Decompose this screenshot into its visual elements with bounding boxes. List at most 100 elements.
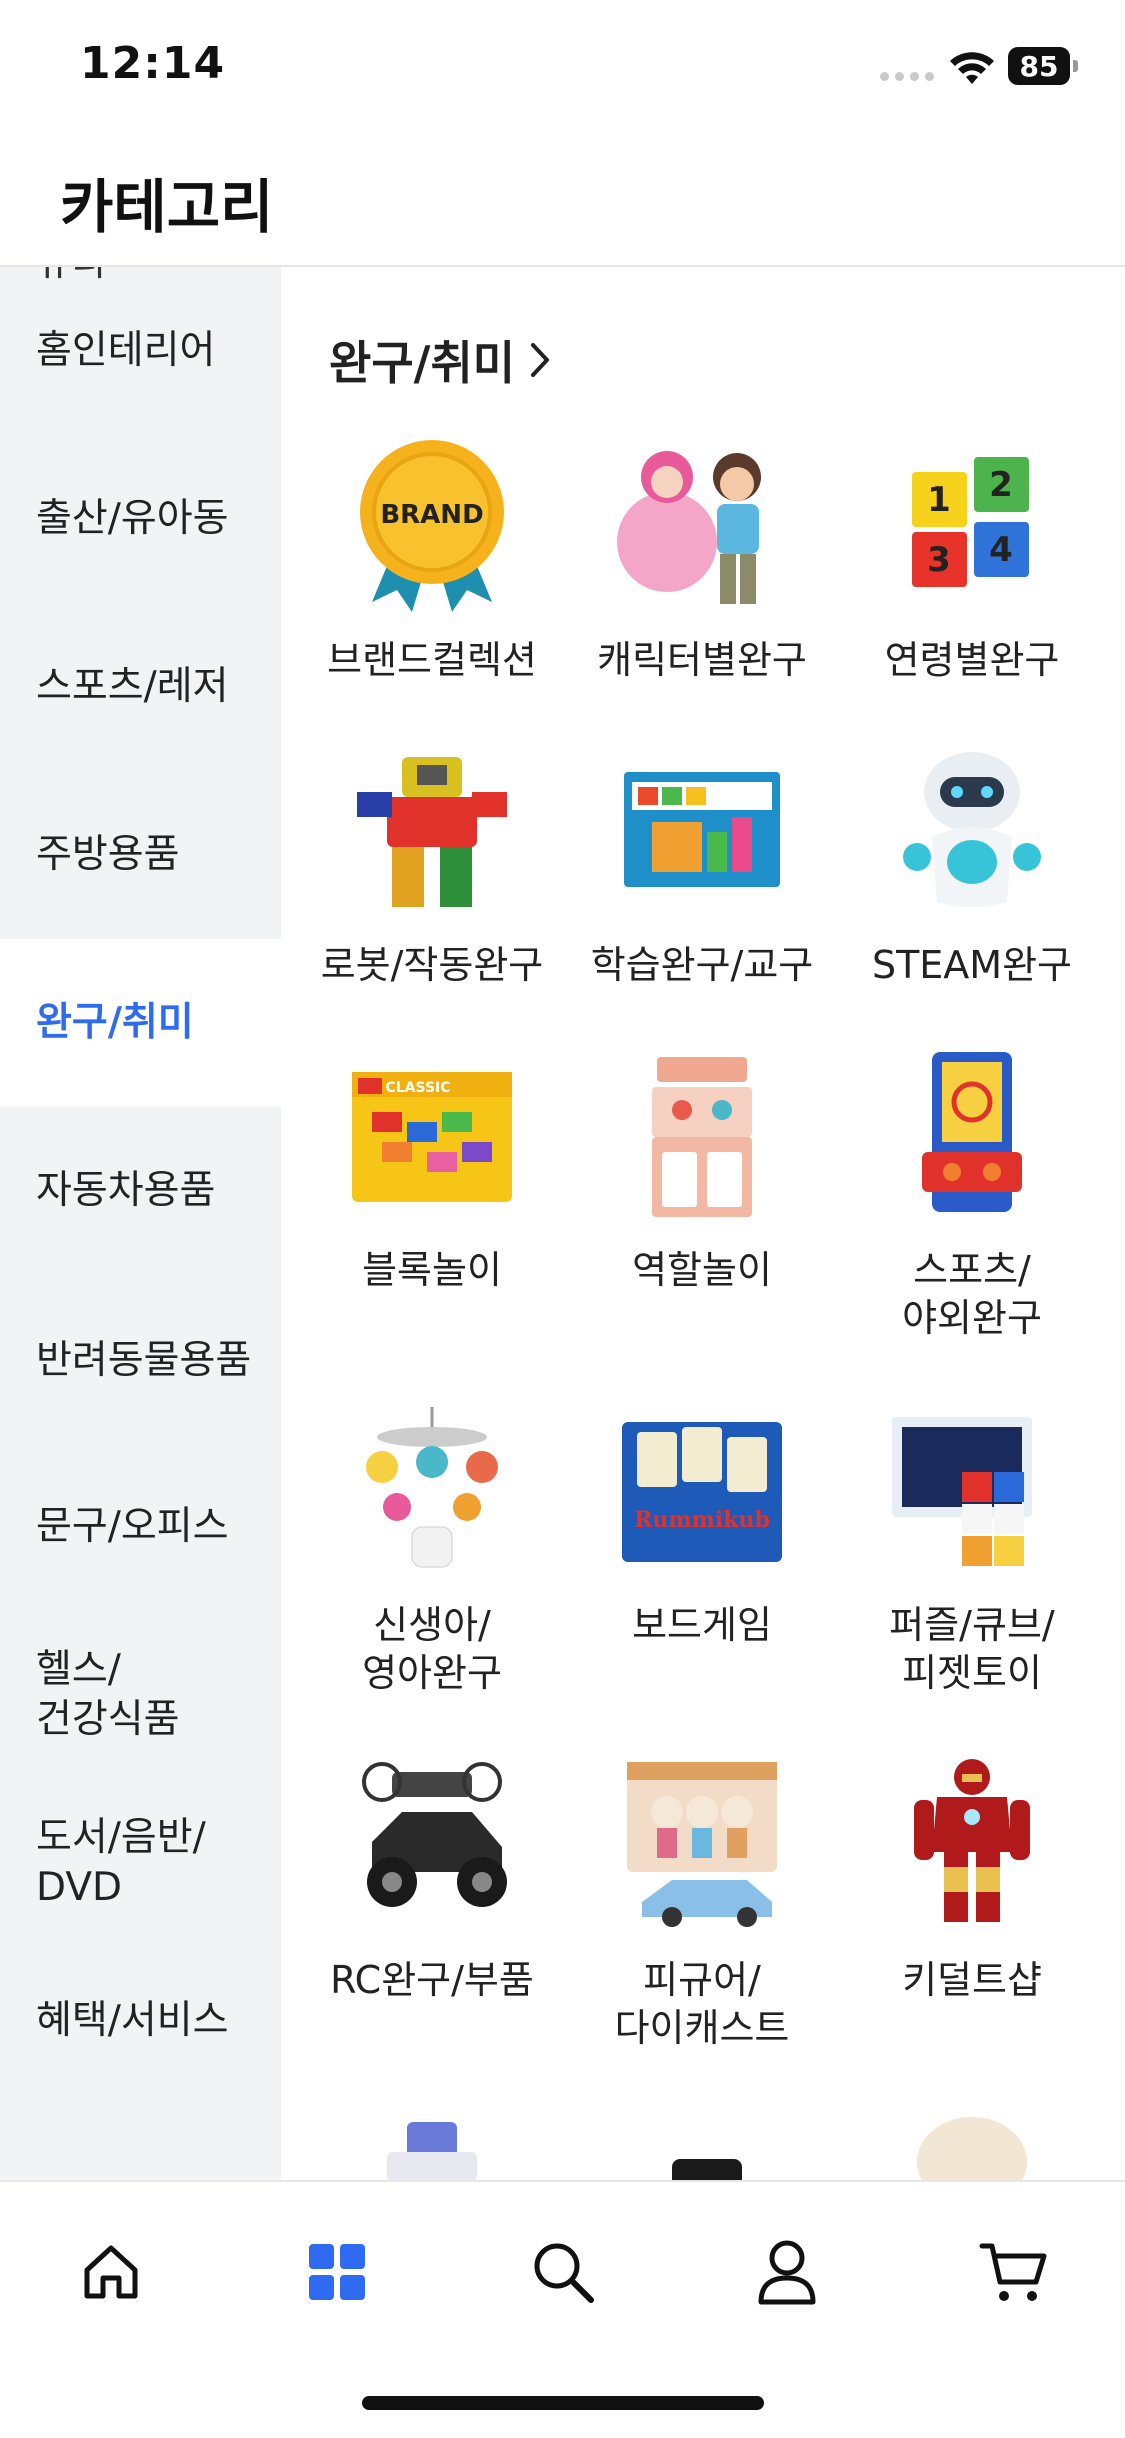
category-infant[interactable]: 신생아/ 영아완구	[297, 1397, 567, 1697]
category-steam[interactable]: STEAM완구	[837, 737, 1107, 989]
sidebar-item-label: 주방용품	[36, 832, 180, 877]
sidebar-item-toys[interactable]: 완구/취미	[0, 939, 281, 1107]
sidebar-item-label: 출산/유아동	[36, 496, 229, 541]
gundam-figure-icon	[342, 2107, 522, 2180]
lego-box-icon: CLASSIC	[342, 1042, 522, 1222]
category-character[interactable]: 캐릭터별완구	[567, 432, 837, 684]
category-brand-collection[interactable]: BRAND 브랜드컬렉션	[297, 432, 567, 684]
brand-badge-icon: BRAND	[342, 432, 522, 612]
home-icon	[84, 2245, 138, 2299]
category-label: 연령별완구	[884, 638, 1060, 682]
category-label: 피규어/ 다이캐스트	[614, 1958, 790, 2050]
category-learning[interactable]: 학습완구/교구	[567, 737, 837, 989]
category-robot[interactable]: 로봇/작동완구	[297, 737, 567, 989]
sidebar-item-label: 홈인테리어	[36, 328, 216, 373]
figure-diecast-icon	[612, 1752, 792, 1932]
category-content: 완구/취미 BRAND 브랜드컬렉션 캐릭터별완구 1 2 3 4 연령별완구 …	[281, 267, 1125, 2180]
sidebar-item-label: 문구/오피스	[36, 1504, 229, 1549]
puzzle-cube-icon	[882, 1397, 1062, 1577]
character-figures-icon	[612, 432, 792, 612]
category-puzzle[interactable]: 퍼즐/큐브/ 피젯토이	[837, 1397, 1107, 1697]
category-partial-2[interactable]	[567, 2107, 837, 2180]
page-header: 카테고리	[0, 130, 1125, 267]
kidult-figure-icon	[882, 1752, 1062, 1932]
arcade-basketball-icon	[882, 1042, 1062, 1222]
sidebar-item-label: 도서/음반/ DVD	[36, 1815, 206, 1910]
cart-icon	[979, 2243, 1047, 2301]
page-title: 카테고리	[60, 173, 274, 241]
category-blocks[interactable]: CLASSIC 블록놀이	[297, 1042, 567, 1294]
category-rc[interactable]: RC완구/부품	[297, 1752, 567, 2004]
status-bar: 12:14 85	[0, 0, 1125, 130]
number-blocks-icon: 1 2 3 4	[882, 432, 1062, 612]
rc-car-icon	[342, 1752, 522, 1932]
home-indicator	[362, 2396, 764, 2410]
category-figure[interactable]: 피규어/ 다이캐스트	[567, 1752, 837, 2052]
sidebar-item-pets[interactable]: 반려동물용품	[0, 1277, 281, 1445]
category-label: 보드게임	[632, 1603, 772, 1647]
sidebar-item-label: 완구/취미	[36, 1000, 194, 1045]
category-label: 로봇/작동완구	[320, 943, 544, 987]
svg-text:1: 1	[927, 480, 951, 520]
sidebar-item-health[interactable]: 헬스/ 건강식품	[0, 1611, 281, 1779]
kitchen-playset-icon	[612, 1042, 792, 1222]
sidebar-item-auto[interactable]: 자동차용품	[0, 1107, 281, 1275]
svg-text:2: 2	[989, 465, 1013, 505]
category-label: 신생아/ 영아완구	[362, 1603, 502, 1695]
sidebar-item-sports[interactable]: 스포츠/레저	[0, 603, 281, 771]
product-image-icon	[612, 2107, 792, 2180]
category-label: STEAM완구	[871, 943, 1073, 987]
sidebar-item-label: 혜택/서비스	[36, 1998, 229, 2043]
tab-search[interactable]	[508, 2222, 618, 2322]
category-outdoor[interactable]: 스포츠/ 야외완구	[837, 1042, 1107, 1342]
category-board-game[interactable]: Rummikub 보드게임	[567, 1397, 837, 1649]
category-label: 퍼즐/큐브/ 피젯토이	[889, 1603, 1055, 1695]
learning-kit-icon	[612, 737, 792, 917]
sidebar-item-books[interactable]: 도서/음반/ DVD	[0, 1779, 281, 1947]
sidebar-item-label: 자동차용품	[36, 1168, 216, 1213]
wifi-icon	[950, 52, 994, 84]
svg-text:4: 4	[989, 530, 1013, 570]
tab-cart[interactable]	[958, 2222, 1068, 2322]
battery-icon: 85	[1008, 47, 1078, 87]
category-label: 학습완구/교구	[590, 943, 814, 987]
chevron-right-icon	[531, 343, 550, 377]
sidebar-item-kitchen[interactable]: 주방용품	[0, 771, 281, 939]
category-label: 역할놀이	[632, 1248, 772, 1292]
category-role-play[interactable]: 역할놀이	[567, 1042, 837, 1294]
sidebar-item-label: 헬스/ 건강식품	[36, 1647, 180, 1742]
sidebar-item-home-interior[interactable]: 홈인테리어	[0, 267, 281, 435]
svg-text:BRAND: BRAND	[380, 500, 483, 530]
svg-text:CLASSIC: CLASSIC	[385, 1080, 450, 1096]
sidebar-item-label: 반려동물용품	[36, 1338, 252, 1383]
category-partial-3[interactable]	[837, 2107, 1107, 2180]
grid-icon	[309, 2244, 365, 2300]
battery-level: 85	[1008, 47, 1070, 85]
category-label: 블록놀이	[362, 1248, 502, 1292]
sidebar-item-benefits[interactable]: 혜택/서비스	[0, 1937, 281, 2105]
category-label: 캐릭터별완구	[597, 638, 807, 682]
category-label: 스포츠/ 야외완구	[902, 1248, 1042, 1340]
tab-home[interactable]	[56, 2222, 166, 2322]
sidebar-item-office[interactable]: 문구/오피스	[0, 1443, 281, 1611]
tab-category[interactable]	[282, 2222, 392, 2322]
svg-text:3: 3	[927, 540, 951, 580]
category-sidebar[interactable]: 뷰티 홈인테리어 출산/유아동 스포츠/레저 주방용품 완구/취미 자동차용품 …	[0, 267, 281, 2180]
category-label: 키덜트샵	[902, 1958, 1042, 2002]
sidebar-item-label: 스포츠/레저	[36, 664, 229, 709]
category-partial-1[interactable]	[297, 2107, 567, 2180]
steam-robot-icon	[882, 737, 1062, 917]
robot-toy-icon	[342, 737, 522, 917]
board-game-icon: Rummikub	[612, 1397, 792, 1577]
section-title-link[interactable]: 완구/취미	[329, 327, 551, 393]
sidebar-item-baby[interactable]: 출산/유아동	[0, 435, 281, 603]
category-kidult[interactable]: 키덜트샵	[837, 1752, 1107, 2004]
person-icon	[758, 2240, 816, 2305]
svg-text:Rummikub: Rummikub	[634, 1507, 770, 1533]
category-age[interactable]: 1 2 3 4 연령별완구	[837, 432, 1107, 684]
baby-mobile-icon	[342, 1397, 522, 1577]
plush-toy-icon	[882, 2107, 1062, 2180]
tab-my[interactable]	[732, 2222, 842, 2322]
category-label: RC완구/부품	[330, 1958, 534, 2002]
signal-icon	[880, 72, 934, 81]
